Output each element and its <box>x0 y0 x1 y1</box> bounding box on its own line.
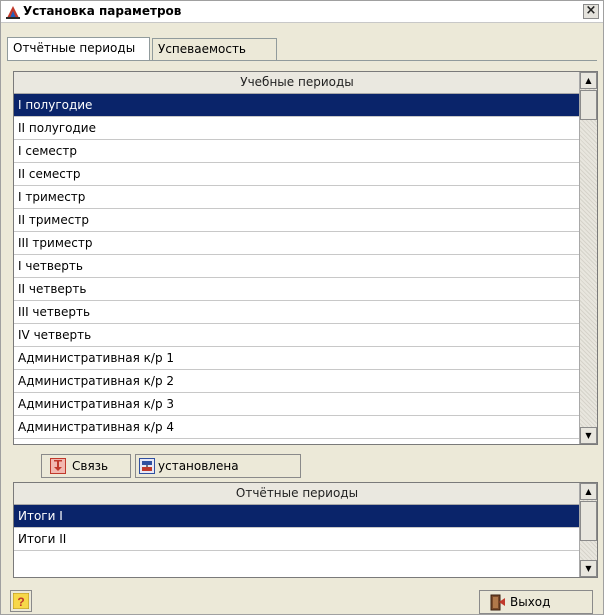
list-item[interactable]: Административная к/р 1 <box>14 347 580 370</box>
tab-progress[interactable]: Успеваемость <box>152 38 277 61</box>
list-item[interactable]: Административная к/р 2 <box>14 370 580 393</box>
app-icon <box>6 6 20 19</box>
study-periods-scrollbar[interactable]: ▲ ▼ <box>579 72 597 444</box>
report-periods-list: Итоги I Итоги II <box>14 505 580 551</box>
link-button[interactable]: Связь <box>41 454 131 478</box>
title-bar[interactable]: Установка параметров × <box>1 1 603 23</box>
link-icon <box>50 458 66 474</box>
study-periods-grid[interactable]: Учебные периоды I полугодие II полугодие… <box>13 71 598 445</box>
list-item[interactable]: II триместр <box>14 209 580 232</box>
exit-door-icon <box>490 594 505 611</box>
scroll-up-button[interactable]: ▲ <box>580 483 597 500</box>
connected-icon <box>139 458 155 474</box>
close-button[interactable]: × <box>583 4 599 19</box>
settings-window: Установка параметров × Отчётные периоды … <box>0 0 604 615</box>
scroll-thumb[interactable] <box>580 90 597 120</box>
help-icon: ? <box>13 593 29 609</box>
window-title: Установка параметров <box>23 4 182 18</box>
report-periods-header: Отчётные периоды <box>14 483 580 505</box>
exit-button-label: Выход <box>510 595 551 609</box>
list-item[interactable]: II семестр <box>14 163 580 186</box>
list-item[interactable]: Административная к/р 3 <box>14 393 580 416</box>
tab-report-periods[interactable]: Отчётные периоды <box>7 37 150 61</box>
link-status-label: установлена <box>158 459 239 473</box>
list-item[interactable]: I полугодие <box>14 94 580 117</box>
list-item[interactable]: II полугодие <box>14 117 580 140</box>
study-periods-list: I полугодие II полугодие I семестр II се… <box>14 94 580 439</box>
study-periods-header: Учебные периоды <box>14 72 580 94</box>
scroll-down-button[interactable]: ▼ <box>580 427 597 444</box>
report-periods-scrollbar[interactable]: ▲ ▼ <box>579 483 597 577</box>
link-button-label: Связь <box>72 459 109 473</box>
list-item[interactable]: I семестр <box>14 140 580 163</box>
list-item[interactable]: Административная к/р 4 <box>14 416 580 439</box>
help-label: ? <box>17 595 24 609</box>
list-item[interactable]: Итоги I <box>14 505 580 528</box>
list-item[interactable]: II четверть <box>14 278 580 301</box>
scroll-down-button[interactable]: ▼ <box>580 560 597 577</box>
scroll-thumb[interactable] <box>580 501 597 541</box>
tab-divider <box>7 60 597 61</box>
list-item[interactable]: I четверть <box>14 255 580 278</box>
list-item[interactable]: III триместр <box>14 232 580 255</box>
list-item[interactable]: IV четверть <box>14 324 580 347</box>
help-button[interactable]: ? <box>10 590 32 612</box>
list-item[interactable]: I триместр <box>14 186 580 209</box>
report-periods-grid[interactable]: Отчётные периоды Итоги I Итоги II ▲ ▼ <box>13 482 598 578</box>
scroll-up-button[interactable]: ▲ <box>580 72 597 89</box>
link-status: установлена <box>135 454 301 478</box>
exit-button[interactable]: Выход <box>479 590 593 614</box>
list-item[interactable]: III четверть <box>14 301 580 324</box>
list-item[interactable]: Итоги II <box>14 528 580 551</box>
